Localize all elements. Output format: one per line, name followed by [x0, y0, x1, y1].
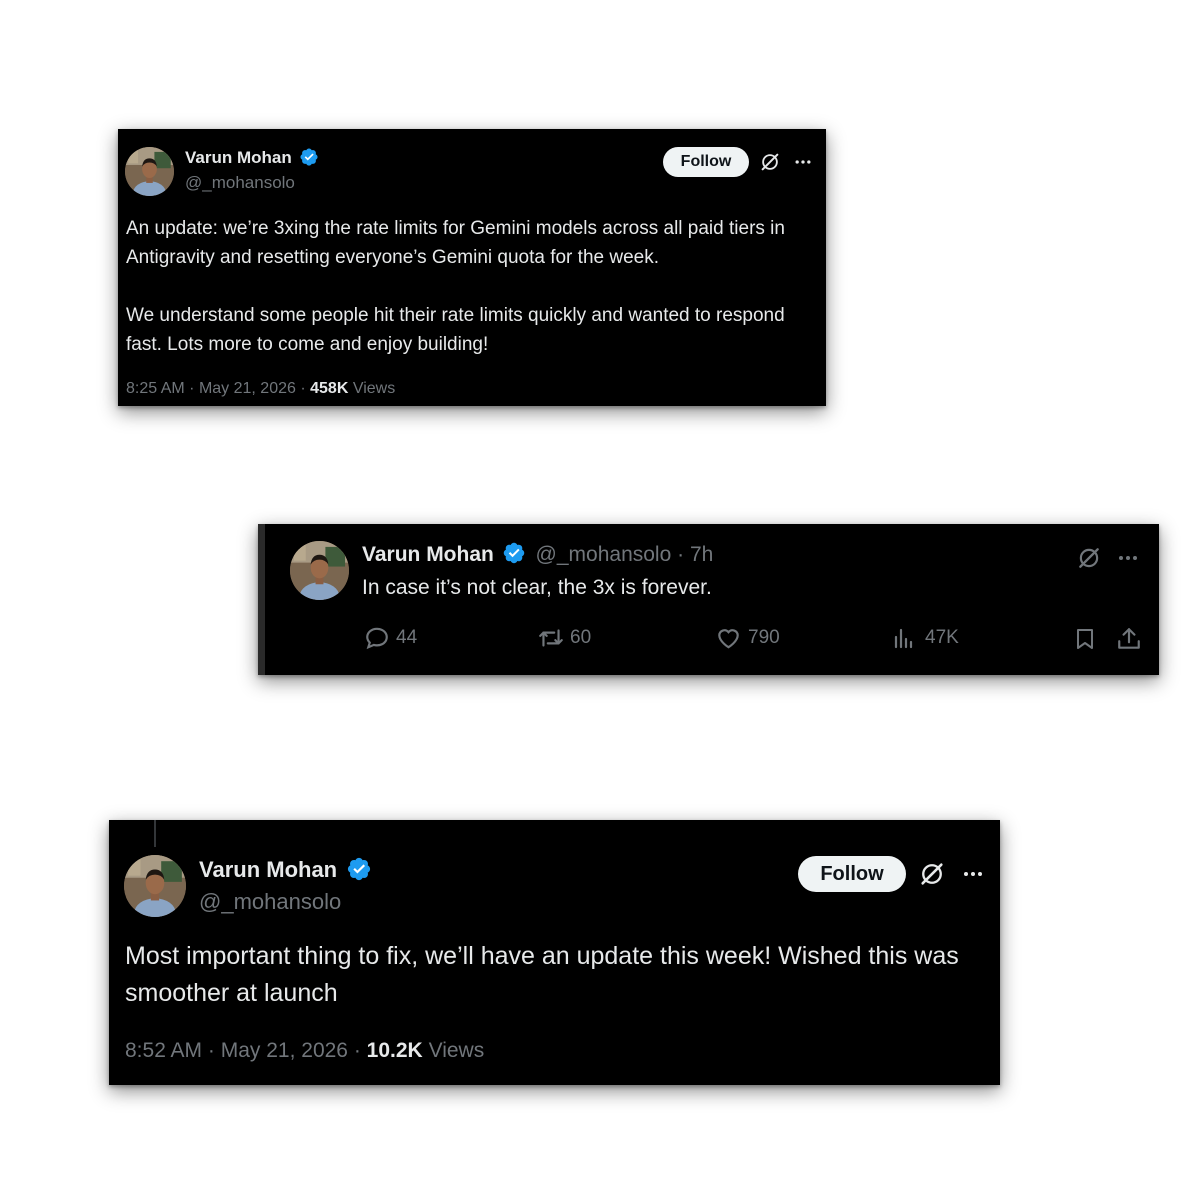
- bookmark-icon[interactable]: [1071, 625, 1099, 653]
- author-name[interactable]: Varun Mohan: [199, 857, 372, 883]
- views-icon: [894, 628, 913, 649]
- tweet-date[interactable]: May 21, 2026: [199, 380, 296, 397]
- like-button[interactable]: 790: [715, 625, 780, 651]
- author-handle[interactable]: @_mohansolo: [185, 173, 295, 193]
- views-label: Views: [428, 1039, 485, 1062]
- repost-count: 60: [570, 627, 592, 648]
- reply-count: 44: [396, 627, 418, 648]
- tweet-time[interactable]: 8:52 AM: [125, 1039, 202, 1062]
- more-icon[interactable]: [1114, 544, 1142, 572]
- avatar[interactable]: [125, 147, 174, 196]
- grok-icon[interactable]: [1075, 544, 1103, 572]
- author-header: Varun Mohan @_mohansolo · 7h: [362, 541, 714, 566]
- tweet-age[interactable]: 7h: [690, 543, 713, 566]
- verified-badge-icon: [502, 541, 526, 565]
- tweet-card-3: Varun Mohan @_mohansolo Follow Most impo…: [109, 820, 1000, 1085]
- repost-button[interactable]: 60: [537, 625, 591, 651]
- verified-badge-icon: [299, 147, 319, 167]
- author-name[interactable]: Varun Mohan: [362, 543, 494, 566]
- views-label: Views: [352, 380, 396, 397]
- views-count: 10.2K: [366, 1039, 423, 1062]
- follow-button[interactable]: Follow: [798, 856, 906, 892]
- verified-badge-icon: [346, 856, 372, 882]
- reply-icon: [366, 627, 388, 650]
- avatar[interactable]: [290, 541, 349, 600]
- share-icon[interactable]: [1115, 625, 1143, 653]
- tweet-paragraph-1: An update: we’re 3xing the rate limits f…: [126, 218, 785, 268]
- tweet-card-2: Varun Mohan @_mohansolo · 7h In case it’…: [258, 524, 1159, 675]
- author-handle[interactable]: @_mohansolo: [536, 543, 672, 566]
- repost-icon: [539, 629, 563, 647]
- views-count: 458K: [310, 380, 349, 397]
- avatar[interactable]: [124, 855, 186, 917]
- grok-icon[interactable]: [758, 150, 782, 174]
- more-icon[interactable]: [791, 150, 815, 174]
- tweet-date[interactable]: May 21, 2026: [221, 1039, 348, 1062]
- follow-button[interactable]: Follow: [663, 147, 749, 177]
- views-button[interactable]: 47K: [892, 625, 959, 651]
- more-icon[interactable]: [959, 859, 987, 889]
- views-count: 47K: [925, 627, 959, 648]
- thread-line: [154, 820, 156, 847]
- tweet-card-1: Varun Mohan @_mohansolo Follow An update…: [118, 129, 826, 406]
- tweet-text: An update: we’re 3xing the rate limits f…: [126, 214, 806, 359]
- tweet-time[interactable]: 8:25 AM: [126, 380, 185, 397]
- author-handle[interactable]: @_mohansolo: [199, 889, 341, 915]
- tweet-meta: 8:25 AM · May 21, 2026 · 458K Views: [126, 380, 396, 397]
- grok-icon[interactable]: [917, 859, 947, 889]
- like-icon: [718, 629, 739, 649]
- tweet-paragraph-2: We understand some people hit their rate…: [126, 305, 785, 355]
- author-name[interactable]: Varun Mohan: [185, 148, 319, 168]
- reply-button[interactable]: 44: [364, 625, 417, 651]
- tweet-text: In case it’s not clear, the 3x is foreve…: [362, 576, 712, 599]
- tweet-meta: 8:52 AM · May 21, 2026 · 10.2K Views: [125, 1039, 485, 1062]
- tweet-text: Most important thing to fix, we’ll have …: [125, 942, 959, 1007]
- like-count: 790: [748, 627, 780, 648]
